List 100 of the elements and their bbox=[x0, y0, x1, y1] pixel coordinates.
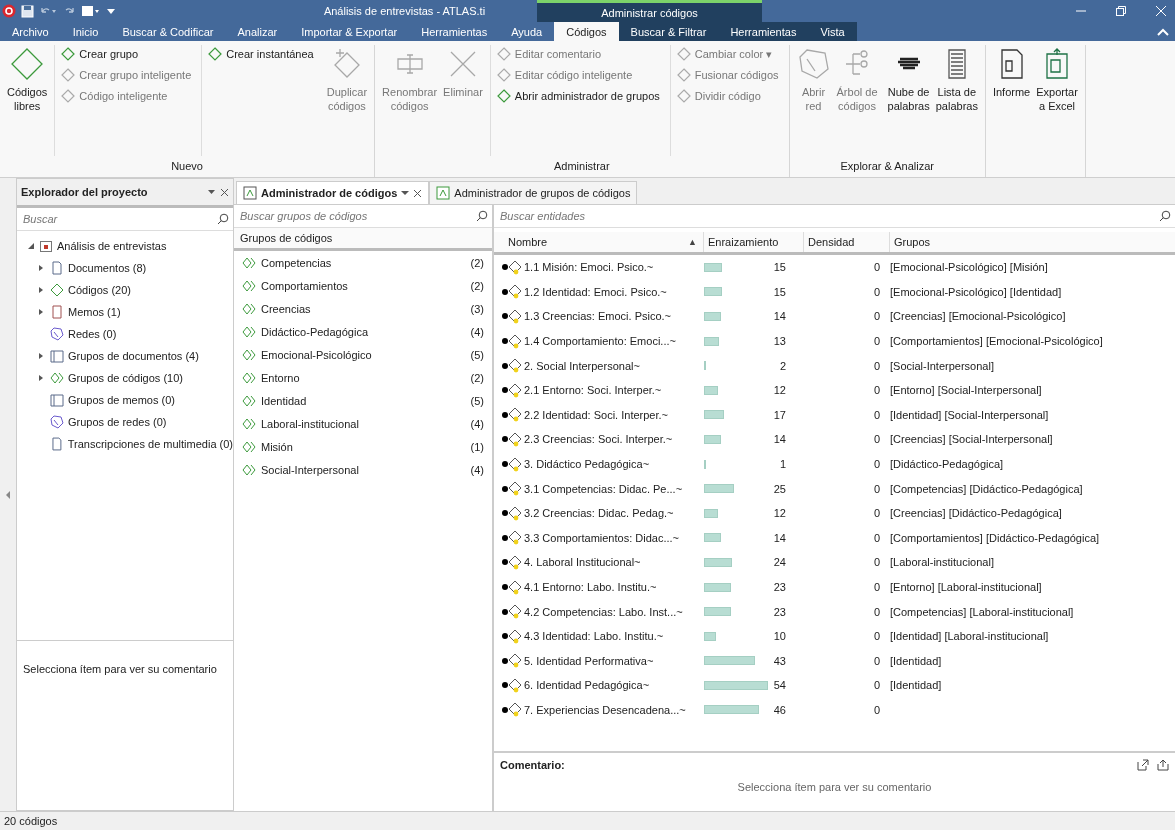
code-name[interactable]: 4.1 Entorno: Labo. Institu.~ bbox=[524, 581, 657, 593]
ribbon-button[interactable]: Nube de palabras bbox=[884, 45, 933, 156]
close-icon[interactable] bbox=[413, 188, 423, 198]
bullet-icon bbox=[502, 362, 508, 369]
expand-icon[interactable] bbox=[5, 490, 11, 499]
expander-icon[interactable] bbox=[37, 264, 45, 272]
column-header[interactable]: Grupos bbox=[890, 232, 1175, 252]
tree-item[interactable]: Grupos de códigos (10) bbox=[17, 367, 233, 389]
menu-tab[interactable]: Analizar bbox=[225, 22, 290, 41]
expander-icon[interactable] bbox=[37, 352, 45, 360]
tree-item[interactable]: Transcripciones de multimedia (0) bbox=[17, 433, 233, 455]
code-name[interactable]: 1.2 Identidad: Emoci. Psico.~ bbox=[524, 285, 667, 298]
menu-tab[interactable]: Inicio bbox=[60, 22, 111, 41]
code-name[interactable]: 4.3 Identidad: Labo. Institu.~ bbox=[524, 630, 664, 643]
code-group-name[interactable]: Identidad bbox=[261, 394, 466, 407]
dropdown-icon[interactable] bbox=[401, 190, 410, 196]
code-name[interactable]: 2.2 Identidad: Soci. Interper.~ bbox=[524, 408, 668, 421]
tree-item[interactable]: Grupos de documentos (4) bbox=[17, 345, 233, 367]
menu-tab[interactable]: Herramientas bbox=[718, 22, 809, 41]
code-name[interactable]: 7. Experiencias Desencadena...~ bbox=[524, 704, 686, 716]
grounding-bar bbox=[704, 336, 720, 346]
pin-menu-icon[interactable] bbox=[207, 188, 216, 196]
dropdown-icon[interactable] bbox=[106, 6, 116, 16]
menu-tab[interactable]: Buscar & Filtrar bbox=[618, 22, 719, 41]
tree-item[interactable]: Memos (1) bbox=[17, 301, 233, 323]
menu-tab[interactable]: Buscar & Codificar bbox=[110, 22, 226, 41]
code-group-name[interactable]: Emocional-Psicológico bbox=[261, 348, 466, 361]
menu-tab[interactable]: Herramientas bbox=[409, 22, 500, 41]
expander-icon[interactable] bbox=[27, 242, 35, 250]
search-icon bbox=[476, 210, 488, 222]
tree-item[interactable]: Redes (0) bbox=[17, 323, 233, 345]
menu-tab[interactable]: Archivo bbox=[0, 22, 61, 41]
code-name[interactable]: 1.1 Misión: Emoci. Psico.~ bbox=[524, 261, 654, 274]
code-name[interactable]: 5. Identidad Performativa~ bbox=[524, 654, 654, 667]
column-header[interactable]: Grupos de códigos bbox=[234, 228, 492, 251]
code-name[interactable]: 3. Didáctico Pedagógica~ bbox=[524, 458, 650, 471]
search-field[interactable]: Buscar entidades bbox=[498, 209, 1159, 223]
code-group-count: (3) bbox=[470, 302, 484, 315]
search-field[interactable]: Buscar grupos de códigos bbox=[238, 209, 476, 223]
restore-icon[interactable] bbox=[1115, 5, 1127, 17]
menu-tab[interactable]: Importar & Exportar bbox=[289, 22, 410, 41]
code-group-name[interactable]: Misión bbox=[261, 440, 466, 453]
column-header[interactable]: Nombre ▲ bbox=[504, 232, 704, 252]
code-group-name[interactable]: Laboral-institucional bbox=[261, 417, 466, 430]
code-group-name[interactable]: Competencias bbox=[261, 256, 466, 269]
export-icon[interactable] bbox=[1157, 759, 1169, 771]
code-name[interactable]: 2.3 Creencias: Soci. Interper.~ bbox=[524, 433, 673, 446]
ribbon-button[interactable]: Lista de palabras bbox=[932, 45, 981, 156]
document-tab[interactable]: Administrador de grupos de códigos bbox=[429, 181, 638, 204]
menu-tab[interactable]: Ayuda bbox=[499, 22, 555, 41]
external-edit-icon[interactable] bbox=[1137, 759, 1149, 771]
menu-tab[interactable]: Vista bbox=[808, 22, 857, 41]
code-groups-text: [Comportamientos] [Emocional-Psicológico] bbox=[890, 335, 1103, 348]
save-icon[interactable] bbox=[21, 4, 34, 18]
code-name[interactable]: 4.2 Competencias: Labo. Inst...~ bbox=[524, 605, 683, 618]
diamond-icon bbox=[61, 68, 76, 82]
density-count: 0 bbox=[872, 581, 880, 593]
ribbon-button[interactable]: Abrir administrador de grupos bbox=[496, 89, 660, 103]
code-group-name[interactable]: Entorno bbox=[261, 371, 466, 384]
window-icon[interactable] bbox=[81, 5, 101, 17]
ribbon-button[interactable]: Exportar a Excel bbox=[1033, 45, 1081, 177]
document-tab[interactable]: Administrador de códigos bbox=[236, 181, 430, 204]
code-group-name[interactable]: Social-Interpersonal bbox=[261, 463, 466, 476]
tree-item[interactable]: Análisis de entrevistas bbox=[17, 235, 233, 257]
column-header[interactable]: Densidad bbox=[804, 232, 890, 252]
grounding-bar bbox=[704, 582, 732, 592]
menu-tab[interactable]: Códigos bbox=[554, 22, 619, 41]
expander-icon[interactable] bbox=[37, 286, 45, 294]
code-group-icon bbox=[242, 440, 256, 453]
code-name[interactable]: 2.1 Entorno: Soci. Interper.~ bbox=[524, 384, 662, 397]
code-name[interactable]: 1.3 Creencias: Emoci. Psico.~ bbox=[524, 310, 672, 323]
code-groups-text: [Comportamientos] [Didáctico-Pedagógica] bbox=[890, 531, 1100, 544]
code-name[interactable]: 6. Identidad Pedagógica~ bbox=[524, 679, 650, 692]
comment-field[interactable]: Selecciona ítem para ver su comentario bbox=[17, 640, 233, 810]
tree-item[interactable]: Grupos de redes (0) bbox=[17, 411, 233, 433]
code-group-count: (2) bbox=[470, 256, 484, 269]
code-group-name[interactable]: Didáctico-Pedagógica bbox=[261, 325, 466, 338]
ribbon-button[interactable]: Crear grupo bbox=[61, 47, 192, 61]
code-group-name[interactable]: Creencias bbox=[261, 302, 466, 315]
expander-icon[interactable] bbox=[37, 308, 45, 316]
close-icon[interactable] bbox=[220, 187, 229, 197]
code-name[interactable]: 3.1 Competencias: Didac. Pe...~ bbox=[524, 482, 683, 495]
code-name[interactable]: 3.3 Comportamientos: Didac...~ bbox=[524, 531, 679, 544]
code-name[interactable]: 1.4 Comportamiento: Emoci...~ bbox=[524, 335, 676, 348]
code-name[interactable]: 2. Social Interpersonal~ bbox=[524, 359, 640, 372]
search-field[interactable]: Buscar bbox=[21, 212, 217, 226]
ribbon-button[interactable]: Crear instantánea bbox=[208, 47, 314, 61]
tree-item[interactable]: Grupos de memos (0) bbox=[17, 389, 233, 411]
expander-icon[interactable] bbox=[37, 374, 45, 382]
ribbon-button[interactable]: Códigos libres bbox=[4, 45, 51, 156]
ribbon-button[interactable]: Informe bbox=[989, 45, 1034, 177]
collapse-ribbon-icon[interactable] bbox=[1157, 26, 1169, 37]
column-header[interactable]: Enraizamiento bbox=[704, 232, 804, 252]
code-group-name[interactable]: Comportamientos bbox=[261, 279, 466, 292]
code-groups-text: [Identidad] bbox=[890, 654, 942, 667]
code-name[interactable]: 3.2 Creencias: Didac. Pedag.~ bbox=[524, 507, 674, 520]
code-name[interactable]: 4. Laboral Institucional~ bbox=[524, 556, 641, 569]
tree-item[interactable]: Documentos (8) bbox=[17, 257, 233, 279]
comment-field[interactable]: Selecciona ítem para ver su comentario bbox=[494, 771, 1175, 830]
tree-item[interactable]: Códigos (20) bbox=[17, 279, 233, 301]
